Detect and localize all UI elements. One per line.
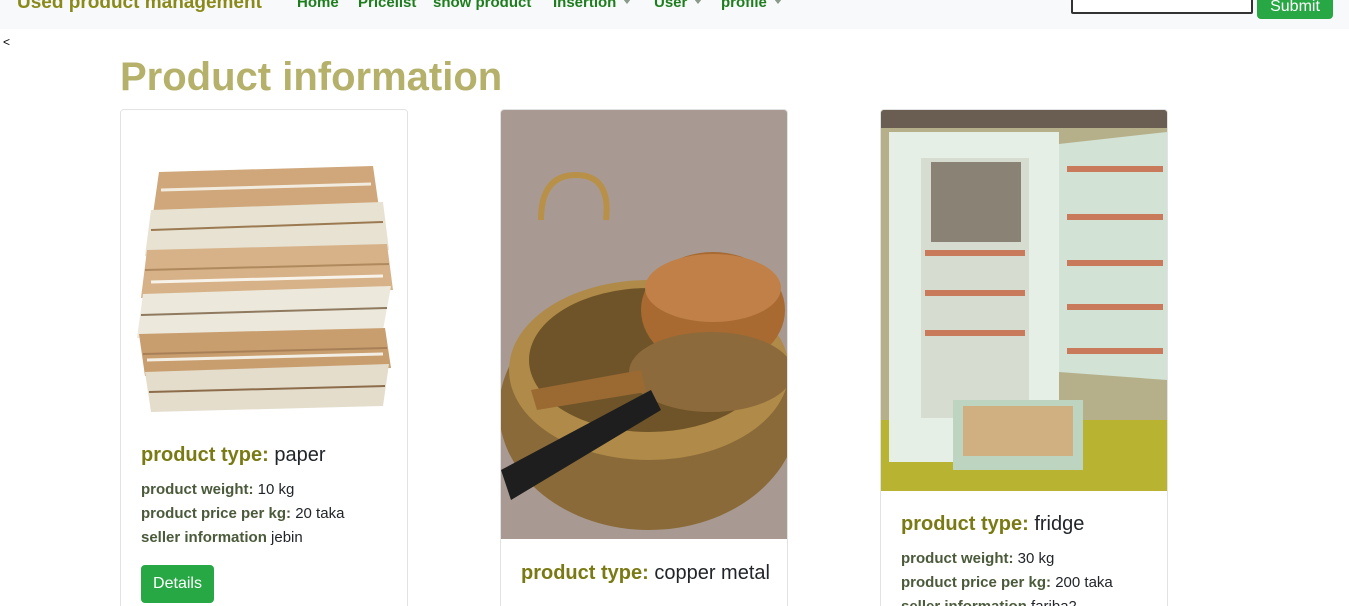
product-card: product type: fridge product weight: 30 … <box>880 109 1168 606</box>
product-weight-label: product weight: <box>901 550 1014 567</box>
seller-info-label: seller information <box>141 529 267 546</box>
caret-down-icon <box>623 0 632 4</box>
seller-info-value: fariba2 <box>1031 598 1077 606</box>
product-price-value: 200 taka <box>1055 574 1113 591</box>
product-weight-value: 30 kg <box>1017 550 1055 567</box>
search-input[interactable] <box>1071 0 1253 14</box>
card-body: product type: paper product weight: 10 k… <box>141 444 391 603</box>
product-price-value: 20 taka <box>295 505 345 522</box>
nav-pricelist[interactable]: Pricelist <box>358 0 416 11</box>
stray-text: < <box>3 35 11 49</box>
product-price-label: product price per kg: <box>901 574 1052 591</box>
nav-profile-label: profile <box>721 0 767 11</box>
nav-user-dropdown[interactable]: User <box>654 0 703 11</box>
product-type: product type: fridge <box>901 513 1151 536</box>
product-image-fridge <box>881 110 1167 491</box>
product-type-value: paper <box>274 444 326 466</box>
product-type-label: product type: <box>901 513 1029 535</box>
nav-home[interactable]: Home <box>297 0 339 11</box>
product-card: product type: paper product weight: 10 k… <box>120 109 408 606</box>
product-image-paper <box>121 110 407 430</box>
product-price: product price per kg: 20 taka <box>141 502 391 526</box>
seller-info: seller information fariba2 <box>901 595 1151 606</box>
navbar: Used product management Home Pricelist s… <box>0 0 1349 29</box>
product-price-label: product price per kg: <box>141 505 292 522</box>
product-weight-value: 10 kg <box>257 481 295 498</box>
page-title: Product information <box>120 55 503 99</box>
product-type: product type: paper <box>141 444 391 467</box>
details-button[interactable]: Details <box>141 565 214 603</box>
brand-title[interactable]: Used product management <box>17 0 262 14</box>
product-weight: product weight: 10 kg <box>141 478 391 502</box>
product-type-label: product type: <box>521 562 649 584</box>
product-image-copper-metal <box>501 110 787 539</box>
product-type-value: copper metal <box>654 562 770 584</box>
nav-insertion-dropdown[interactable]: Insertion <box>553 0 632 11</box>
nav-insertion-label: Insertion <box>553 0 617 11</box>
product-card: product type: copper metal <box>500 109 788 606</box>
card-body: product type: copper metal <box>521 562 771 585</box>
product-weight-label: product weight: <box>141 481 254 498</box>
seller-info-label: seller information <box>901 598 1027 606</box>
product-type: product type: copper metal <box>521 562 771 585</box>
seller-info: seller information jebin <box>141 526 391 550</box>
product-type-label: product type: <box>141 444 269 466</box>
submit-button[interactable]: Submit <box>1257 0 1333 19</box>
caret-down-icon <box>773 0 782 4</box>
card-body: product type: fridge product weight: 30 … <box>901 513 1151 606</box>
nav-profile-dropdown[interactable]: profile <box>721 0 782 11</box>
seller-info-value: jebin <box>271 529 303 546</box>
product-type-value: fridge <box>1034 513 1085 535</box>
nav-show-product[interactable]: show product <box>433 0 531 11</box>
nav-user-label: User <box>654 0 688 11</box>
product-price: product price per kg: 200 taka <box>901 571 1151 595</box>
caret-down-icon <box>694 0 703 4</box>
product-weight: product weight: 30 kg <box>901 547 1151 571</box>
